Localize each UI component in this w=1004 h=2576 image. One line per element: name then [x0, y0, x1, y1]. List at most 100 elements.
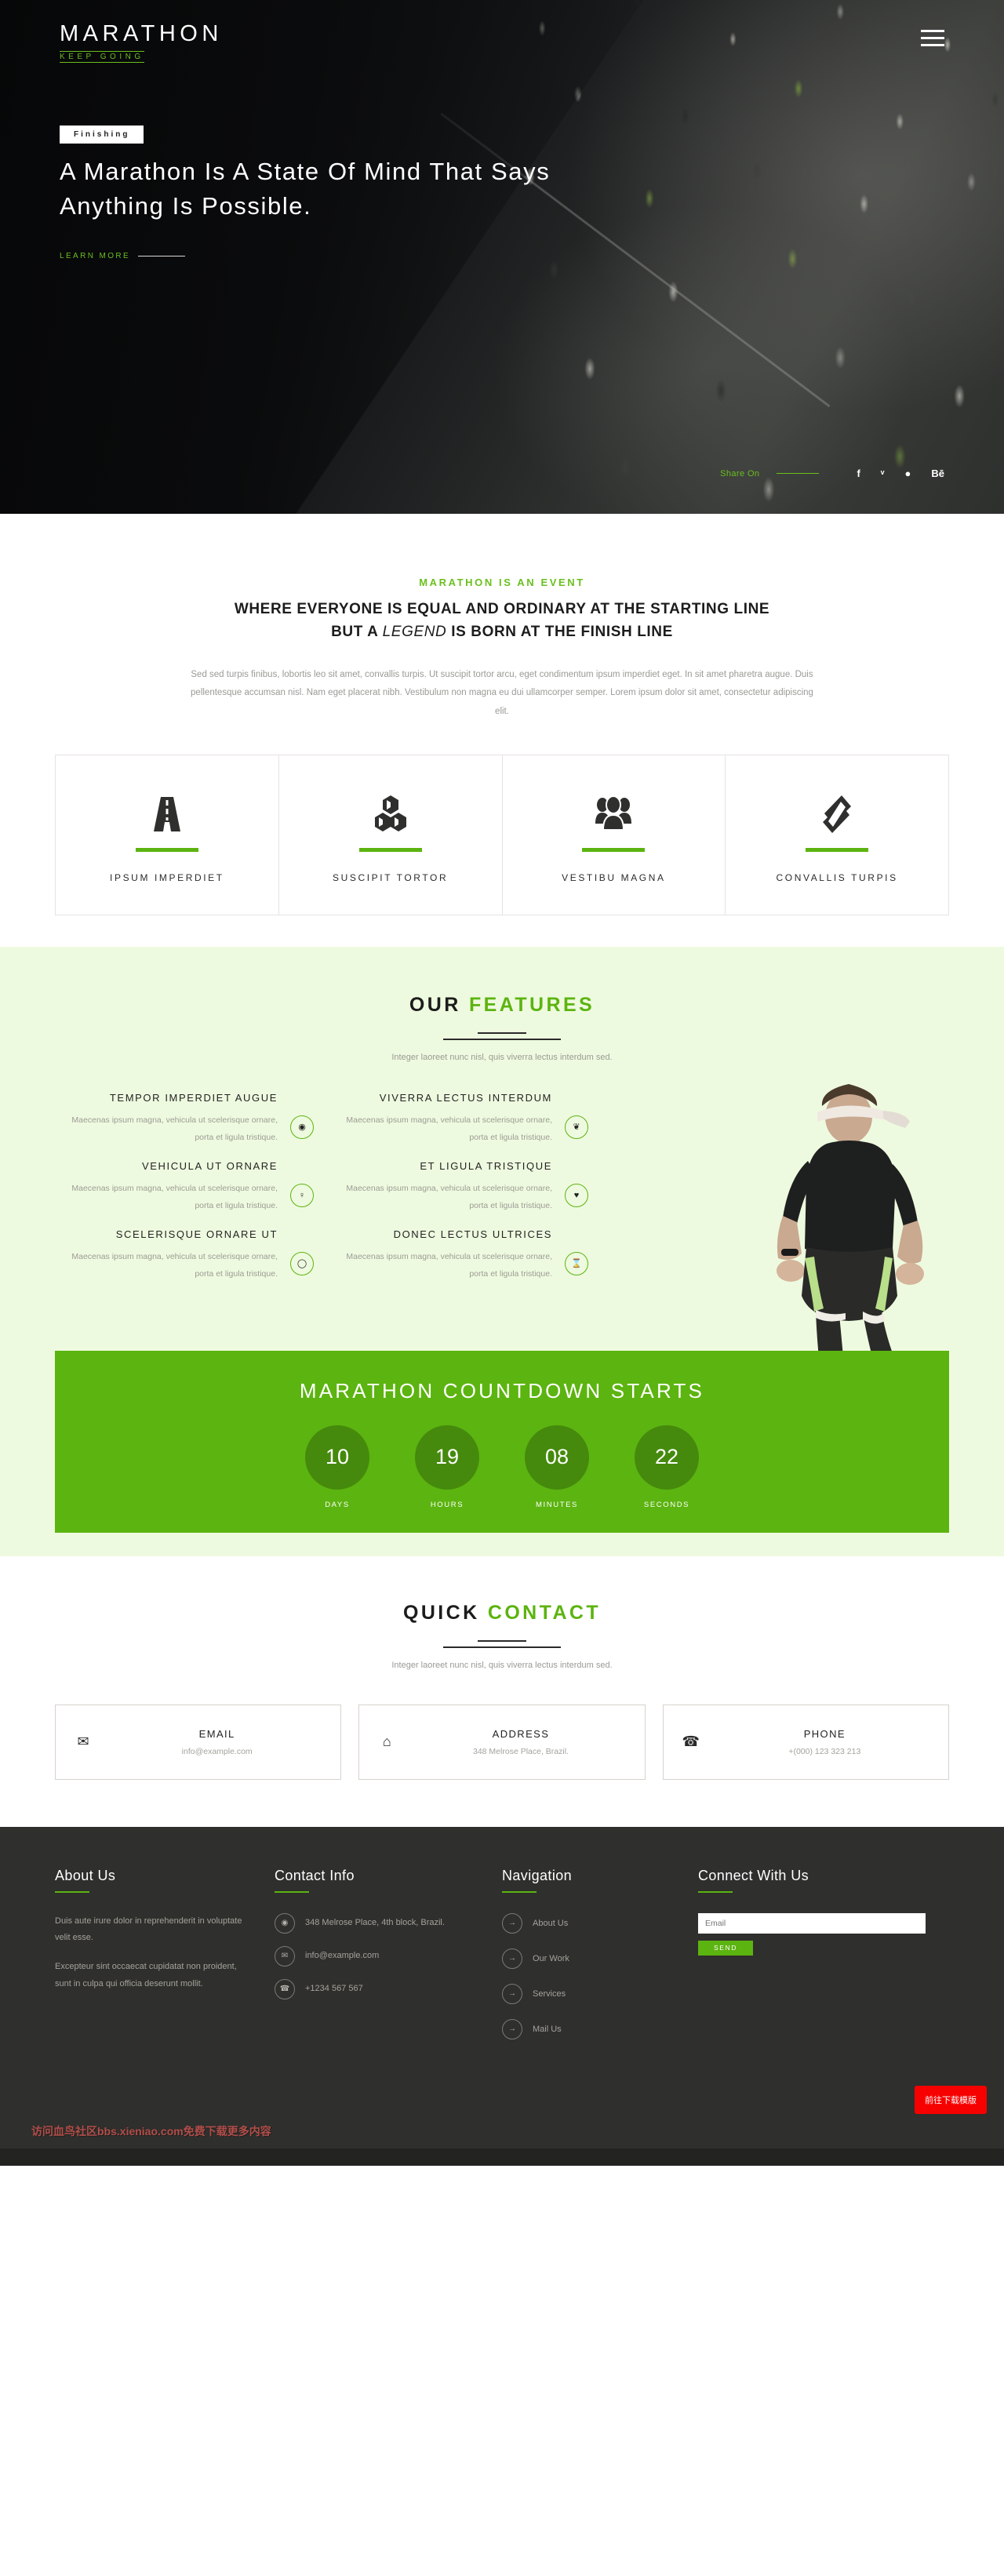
- contact-card-title: PHONE: [803, 1727, 846, 1740]
- quick-contact-title: QUICK CONTACT: [0, 1602, 1004, 1625]
- divider-short: [478, 1639, 526, 1642]
- footer-rule: [502, 1890, 537, 1893]
- dribbble-icon[interactable]: ●: [905, 468, 911, 479]
- feature-title: TEMPOR IMPERDIET AUGUE: [109, 1091, 278, 1104]
- feature-box[interactable]: SUSCIPIT TORTOR: [279, 755, 503, 915]
- feature-desc: Maecenas ipsum magna, vehicula ut sceler…: [71, 1115, 278, 1142]
- ticket-icon: [733, 791, 940, 837]
- contact-card-value: +(000) 123 323 213: [788, 1746, 861, 1756]
- hero-share-bar: Share On f ᵛ ● Bē: [720, 468, 944, 479]
- envelope-icon: ✉: [275, 1945, 295, 1967]
- countdown-value: 22: [635, 1424, 699, 1490]
- phone-icon: ☎: [275, 1978, 295, 1999]
- footer-navigation-title: Navigation: [502, 1867, 573, 1883]
- feature-item[interactable]: SCELERISQUE ORNARE UT Maecenas ipsum mag…: [55, 1228, 314, 1283]
- feature-desc: Maecenas ipsum magna, vehicula ut sceler…: [71, 1183, 278, 1210]
- feature-item[interactable]: TEMPOR IMPERDIET AUGUE Maecenas ipsum ma…: [55, 1092, 314, 1146]
- box-rule: [358, 847, 422, 852]
- footer-bottom-bar: 前往下载模版 访问血鸟社区bbs.xieniao.com免费下载更多内容: [0, 2077, 1004, 2148]
- features-section: OUR FEATURES Integer laoreet nunc nisl, …: [0, 946, 1004, 1556]
- features-grid: TEMPOR IMPERDIET AUGUE Maecenas ipsum ma…: [55, 1092, 604, 1283]
- box-rule: [806, 847, 869, 852]
- quick-contact-subtitle: Integer laoreet nunc nisl, quis viverra …: [391, 1660, 613, 1670]
- countdown-value: 08: [525, 1424, 589, 1490]
- feature-box[interactable]: IPSUM IMPERDIET: [56, 755, 279, 915]
- footer-contact-phone[interactable]: ☎ +1234 567 567: [275, 1978, 478, 1999]
- share-rule: [777, 472, 820, 475]
- newsletter-send-button[interactable]: SEND: [698, 1940, 753, 1956]
- feature-title: SCELERISQUE ORNARE UT: [115, 1228, 278, 1240]
- feature-title: VEHICULA UT ORNARE: [141, 1159, 278, 1172]
- intro-heading-line2-a: BUT A: [331, 624, 383, 641]
- arrow-right-icon: →: [502, 1948, 522, 1969]
- feature-title: ET LIGULA TRISTIQUE: [420, 1159, 552, 1172]
- footer-address-text: 348 Melrose Place, 4th block, Brazil.: [305, 1917, 445, 1927]
- footer-nav-link-mail-us[interactable]: → Mail Us: [502, 2018, 675, 2039]
- contact-card-title: EMAIL: [198, 1727, 235, 1740]
- contact-card-email[interactable]: ✉ EMAIL info@example.com: [55, 1704, 342, 1780]
- feature-box-label: SUSCIPIT TORTOR: [332, 871, 449, 883]
- heartbeat-icon: ♥: [565, 1183, 588, 1207]
- footer-bottom-strip: [0, 2148, 1004, 2166]
- countdown-wrapper: MARATHON COUNTDOWN STARTS 10 DAYS 19 HOU…: [0, 1350, 1004, 1533]
- countdown-unit: 19 HOURS: [396, 1424, 498, 1509]
- footer-phone-text: +1234 567 567: [305, 1983, 363, 1993]
- countdown-value: 19: [415, 1424, 479, 1490]
- twitter-icon[interactable]: ᵛ: [881, 468, 885, 479]
- countdown-label: HOURS: [430, 1500, 464, 1509]
- eye-icon: ◉: [290, 1115, 314, 1139]
- arrow-right-icon: →: [502, 1912, 522, 1934]
- box-rule: [135, 847, 198, 852]
- envelope-icon: ✉: [77, 1734, 89, 1750]
- countdown-label: DAYS: [325, 1500, 350, 1509]
- feature-title: VIVERRA LECTUS INTERDUM: [379, 1091, 552, 1104]
- hourglass-icon: ⌛: [565, 1251, 588, 1275]
- leaf-icon: ❦: [565, 1115, 588, 1139]
- feature-item[interactable]: ET LIGULA TRISTIQUE Maecenas ipsum magna…: [329, 1160, 588, 1214]
- group-icon: [511, 791, 718, 837]
- features-title: OUR FEATURES: [0, 994, 1004, 1017]
- hamburger-bar: [921, 37, 944, 39]
- feature-box[interactable]: VESTIBU MAGNA: [503, 755, 726, 915]
- footer-nav-link-services[interactable]: → Services: [502, 1983, 675, 2004]
- feature-item[interactable]: DONEC LECTUS ULTRICES Maecenas ipsum mag…: [329, 1228, 588, 1283]
- intro-heading-emphasis: LEGEND: [382, 624, 447, 641]
- contact-card-value: info@example.com: [181, 1746, 253, 1756]
- newsletter-email-input[interactable]: [698, 1912, 926, 1934]
- pin-icon: ♀: [290, 1183, 314, 1207]
- home-icon: ⌂: [382, 1734, 391, 1750]
- intro-section: MARATHON IS AN EVENT WHERE EVERYONE IS E…: [0, 514, 1004, 947]
- footer-nav-label: Our Work: [533, 1954, 569, 1964]
- footer-column-navigation: Navigation → About Us → Our Work → Servi…: [502, 1868, 698, 2054]
- footer-connect-title: Connect With Us: [698, 1867, 809, 1883]
- footer-contact-address: ◉ 348 Melrose Place, 4th block, Brazil.: [275, 1912, 478, 1934]
- learn-more-rule: [138, 255, 186, 257]
- circle-icon: ◯: [290, 1251, 314, 1275]
- footer-nav-link-our-work[interactable]: → Our Work: [502, 1948, 675, 1969]
- countdown-unit: 08 MINUTES: [506, 1424, 608, 1509]
- footer-column-contact: Contact Info ◉ 348 Melrose Place, 4th bl…: [275, 1868, 502, 2054]
- feature-item[interactable]: VEHICULA UT ORNARE Maecenas ipsum magna,…: [55, 1160, 314, 1214]
- hamburger-icon[interactable]: [921, 22, 944, 51]
- feature-desc: Maecenas ipsum magna, vehicula ut sceler…: [71, 1251, 278, 1279]
- countdown-title: MARATHON COUNTDOWN STARTS: [299, 1378, 705, 1403]
- contact-card-address[interactable]: ⌂ ADDRESS 348 Melrose Place, Brazil.: [358, 1704, 646, 1780]
- phone-icon: ☎: [682, 1734, 700, 1750]
- feature-item[interactable]: VIVERRA LECTUS INTERDUM Maecenas ipsum m…: [329, 1092, 588, 1146]
- facebook-icon[interactable]: f: [857, 468, 860, 479]
- countdown-unit: 22 SECONDS: [616, 1424, 718, 1509]
- countdown-value: 10: [305, 1424, 369, 1490]
- footer-column-connect: Connect With Us SEND: [698, 1868, 949, 2054]
- footer-nav-link-about-us[interactable]: → About Us: [502, 1912, 675, 1934]
- features-title-a: OUR: [409, 993, 470, 1016]
- arrow-right-icon: →: [502, 1983, 522, 2004]
- feature-box[interactable]: CONVALLIS TURPIS: [726, 755, 948, 915]
- download-template-button[interactable]: 前往下载模版: [915, 2085, 987, 2114]
- behance-icon[interactable]: Bē: [931, 468, 944, 479]
- features-bottom-spacer: [0, 1532, 1004, 1556]
- contact-card-phone[interactable]: ☎ PHONE +(000) 123 323 213: [662, 1704, 949, 1780]
- footer-contact-email[interactable]: ✉ info@example.com: [275, 1945, 478, 1967]
- brand-logo[interactable]: MARATHON KEEP GOING: [60, 21, 223, 63]
- learn-more-link[interactable]: LEARN MORE: [60, 252, 944, 260]
- feature-box-label: IPSUM IMPERDIET: [110, 871, 224, 883]
